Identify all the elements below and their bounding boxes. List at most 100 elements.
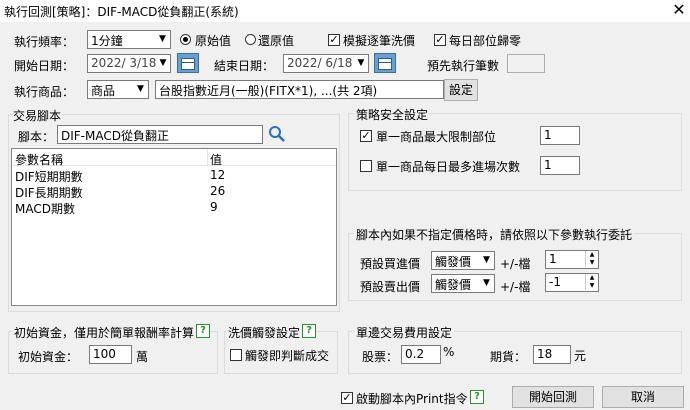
print-label: 啟動腳本內Print指令: [356, 392, 468, 406]
spin-up-icon[interactable]: ▲: [585, 251, 598, 259]
radio-restored[interactable]: [245, 34, 256, 45]
spin-down-icon[interactable]: ▼: [585, 259, 598, 267]
sell-price-select[interactable]: 觸發價 ▼: [431, 274, 495, 293]
futures-fee-label: 期貨：: [490, 350, 527, 364]
prefetch-label: 預先執行筆數: [427, 59, 500, 73]
buy-price-select[interactable]: 觸發價 ▼: [431, 251, 495, 270]
max-entries-label: 單一商品每日最多進場次數: [376, 160, 521, 174]
stock-fee-label: 股票：: [362, 350, 399, 364]
calendar-grid: [181, 58, 195, 70]
end-date-label: 結束日期：: [214, 59, 275, 73]
fee-group-title: 單邊交易費用設定: [354, 324, 455, 341]
capital-unit: 萬: [136, 350, 149, 364]
sell-price-label: 預設賣出價: [360, 280, 421, 294]
sell-price-value: 觸發價: [435, 278, 472, 292]
calendar-grid: [378, 58, 392, 70]
close-icon[interactable]: ✕: [668, 0, 690, 22]
chevron-down-icon: ▼: [137, 84, 144, 94]
buy-tick-value: 1: [549, 252, 557, 266]
end-date-input[interactable]: 2022/ 6/18 ▼: [283, 54, 369, 73]
product-type-value: 商品: [91, 84, 116, 98]
futures-fee-unit: 元: [574, 349, 587, 363]
product-type-select[interactable]: 商品 ▼: [87, 80, 149, 99]
chevron-down-icon: ▼: [483, 255, 490, 265]
product-desc-field: 台股指數近月(一般)(FITX*1), ...(共 2項): [155, 80, 444, 99]
freq-select[interactable]: 1分鐘 ▼: [87, 30, 171, 49]
simulate-checkbox[interactable]: ✓: [328, 34, 340, 46]
param-value: 12: [210, 168, 226, 182]
trigger-label: 觸發即判斷成交: [245, 349, 330, 363]
max-position-label: 單一商品最大限制部位: [376, 130, 497, 144]
help-icon[interactable]: ?: [196, 324, 210, 338]
simulate-label: 模擬逐筆洗價: [343, 34, 416, 48]
print-checkbox[interactable]: ✓: [341, 392, 353, 404]
start-backtest-button[interactable]: 開始回測: [512, 386, 594, 408]
futures-fee-value: 18: [537, 347, 553, 361]
params-header: 參數名稱 值: [12, 149, 336, 167]
futures-fee-input[interactable]: 18: [533, 345, 571, 364]
param-value: 26: [210, 184, 226, 198]
max-entries-checkbox[interactable]: [360, 160, 372, 172]
stock-fee-unit: %: [443, 345, 455, 359]
max-position-value: 1: [544, 128, 552, 142]
max-entries-input[interactable]: 1: [540, 156, 580, 175]
capital-value: 100: [93, 347, 116, 361]
param-name: MACD期數: [15, 202, 75, 216]
buy-tick-label: +/-檔: [500, 257, 531, 271]
params-listview[interactable]: 參數名稱 值 DIF短期期數 12 DIF長期期數 26 MACD期數 9: [11, 148, 337, 306]
freq-label: 執行頻率：: [14, 35, 75, 49]
table-row[interactable]: MACD期數 9: [12, 198, 336, 216]
wash-group-title: 洗價觸發設定: [226, 324, 303, 341]
spin-up-icon[interactable]: ▲: [585, 274, 598, 282]
start-date-label: 開始日期：: [14, 59, 75, 73]
search-icon[interactable]: [268, 125, 286, 143]
title-bar: 執行回測[策略]：DIF-MACD從負翻正(系統) ✕: [0, 0, 690, 22]
chevron-down-icon: ▼: [483, 278, 490, 288]
freq-value: 1分鐘: [91, 34, 123, 48]
product-desc-value: 台股指數近月(一般)(FITX*1), ...(共 2項): [159, 84, 378, 98]
help-icon[interactable]: ?: [470, 390, 484, 404]
daily-reset-checkbox[interactable]: ✓: [434, 34, 446, 46]
start-date-value: 2022/ 3/18: [91, 56, 157, 70]
table-row[interactable]: DIF長期期數 26: [12, 182, 336, 200]
radio-restored-label: 還原值: [258, 34, 295, 48]
max-position-input[interactable]: 1: [540, 126, 580, 145]
cancel-button[interactable]: 取消: [602, 386, 684, 408]
sell-tick-stepper[interactable]: -1 ▲ ▼: [545, 273, 599, 292]
max-position-checkbox[interactable]: ✓: [360, 130, 372, 142]
buy-price-value: 觸發價: [435, 255, 472, 269]
help-icon[interactable]: ?: [302, 324, 316, 338]
product-set-button[interactable]: 設定: [444, 79, 478, 101]
prefetch-input[interactable]: [507, 54, 545, 73]
chevron-down-icon: ▼: [357, 58, 365, 68]
chevron-down-icon: ▼: [159, 34, 166, 44]
safety-group-title: 策略安全設定: [354, 106, 431, 123]
trigger-checkbox[interactable]: [230, 349, 242, 361]
spin-down-icon[interactable]: ▼: [585, 282, 598, 290]
radio-original-label: 原始值: [195, 34, 232, 48]
buy-tick-stepper[interactable]: 1 ▲ ▼: [545, 250, 599, 269]
script-input[interactable]: DIF-MACD從負翻正: [57, 125, 263, 144]
sell-tick-label: +/-檔: [500, 280, 531, 294]
end-calendar-icon[interactable]: [374, 53, 396, 73]
safety-group: [348, 113, 682, 191]
radio-original[interactable]: [180, 34, 191, 45]
product-label: 執行商品：: [14, 85, 75, 99]
max-entries-value: 1: [544, 158, 552, 172]
daily-reset-label: 每日部位歸零: [449, 34, 522, 48]
param-value: 9: [210, 200, 218, 214]
capital-input[interactable]: 100: [89, 345, 132, 364]
stock-fee-value: 0.2: [405, 347, 425, 361]
table-row[interactable]: DIF短期期數 12: [12, 166, 336, 184]
window-title: 執行回測[策略]：DIF-MACD從負翻正(系統): [4, 5, 239, 19]
script-label: 腳本：: [18, 130, 55, 144]
stock-fee-input[interactable]: 0.2: [401, 345, 441, 364]
end-date-value: 2022/ 6/18: [287, 56, 353, 70]
capital-label: 初始資金：: [18, 350, 79, 364]
start-date-input[interactable]: 2022/ 3/18 ▼: [87, 54, 171, 73]
buy-price-label: 預設買進價: [360, 257, 421, 271]
sell-tick-value: -1: [549, 275, 561, 289]
script-value: DIF-MACD從負翻正: [61, 129, 169, 143]
start-calendar-icon[interactable]: [177, 53, 199, 73]
capital-group-title: 初始資金，僅用於簡單報酬率計算: [12, 324, 197, 341]
